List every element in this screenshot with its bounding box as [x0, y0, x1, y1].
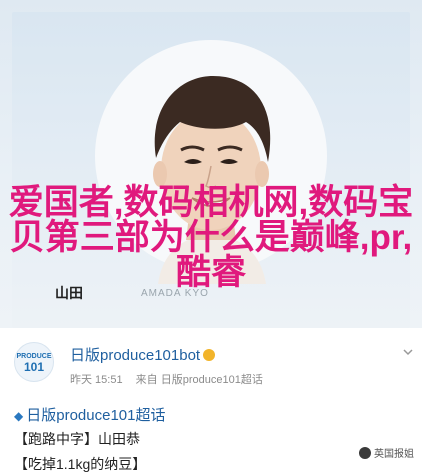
post-title-text: 日版produce101超话	[26, 407, 166, 424]
badge-logo-icon	[359, 446, 371, 459]
avatar-line2: 101	[23, 360, 44, 374]
chevron-down-icon[interactable]	[402, 346, 414, 358]
badge-text: 英国报姐	[374, 449, 414, 460]
verified-icon	[203, 349, 216, 361]
avatar-logo: PRODUCE 101	[16, 352, 51, 374]
post-meta: 昨天 15:51 来自 日版produce101超话	[70, 371, 263, 387]
hero-caption: 爱国者,数码相机网,数码宝贝第三部为什么是巅峰,pr,酷睿	[8, 183, 414, 292]
post-line-1: 【跑路中字】山田恭	[14, 431, 140, 447]
avatar[interactable]: PRODUCE 101	[14, 342, 54, 382]
post-time: 昨天 15:51	[70, 374, 123, 386]
post-line-2: 【吃掉1.1kg的纳豆】	[14, 456, 147, 472]
post-source[interactable]: 日版produce101超话	[161, 374, 263, 386]
hero-image: 山田 AMADA KYO 爱国者,数码相机网,数码宝贝第三部为什么是巅峰,pr,…	[0, 0, 422, 328]
watermark-badge: 英国报姐	[359, 445, 414, 460]
post-title[interactable]: ◆ 日版produce101超话	[14, 404, 165, 425]
username-text: 日版produce101bot	[70, 347, 201, 364]
source-prefix: 来自	[135, 374, 158, 386]
username-link[interactable]: 日版produce101bot	[70, 344, 216, 365]
post-card: PRODUCE 101 日版produce101bot 昨天 15:51 来自 …	[0, 328, 422, 474]
diamond-icon: ◆	[14, 409, 24, 423]
